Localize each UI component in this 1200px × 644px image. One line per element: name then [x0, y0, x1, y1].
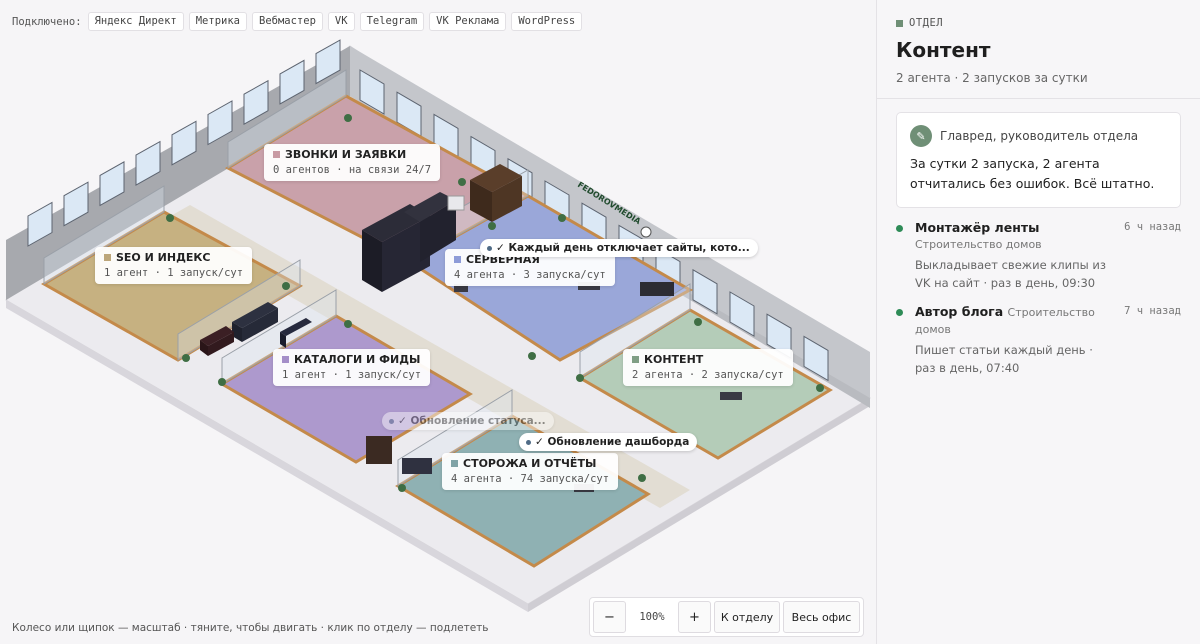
dept-name-text: КАТАЛОГИ И ФИДЫ — [294, 353, 421, 366]
activity-bubble-dashboard[interactable]: ✓ Обновление дашборда — [519, 433, 698, 451]
dept-name-text: СТОРОЖА И ОТЧЁТЫ — [463, 457, 597, 470]
service-chip-webmaster[interactable]: Вебмастер — [252, 12, 323, 31]
plant-icon — [166, 214, 174, 222]
wall-clock — [640, 226, 652, 238]
dept-stats: 1 агент · 1 запуск/сут — [104, 267, 244, 279]
section-tag-text: ОТДЕЛ — [909, 17, 944, 29]
bubble-dot — [526, 439, 531, 445]
dept-name: КОНТЕНТ — [632, 353, 784, 366]
chief-row: ✎ Главред, руководитель отдела — [910, 125, 1166, 147]
service-chip-yandex-direct[interactable]: Яндекс Директ — [87, 12, 184, 31]
agent-body: Автор блога Строительство домов 7 ч наза… — [915, 304, 1181, 377]
plant-icon — [816, 384, 824, 392]
service-chip-vk[interactable]: VK — [327, 12, 355, 31]
agent-name-line: Монтажёр ленты Строительство домов — [915, 220, 1116, 253]
bubble-dot — [389, 418, 394, 424]
agent-name-line: Автор блога Строительство домов — [915, 304, 1116, 338]
connected-label: Подключено: — [12, 15, 82, 28]
service-chip-metrika[interactable]: Метрика — [188, 12, 247, 31]
plant-icon — [528, 352, 536, 360]
dept-name: СТОРОЖА И ОТЧЁТЫ — [451, 457, 609, 470]
plant-icon — [558, 214, 566, 222]
whole-office-button[interactable]: Весь офис — [783, 601, 860, 633]
plant-icon — [344, 114, 352, 122]
service-chip-telegram[interactable]: Telegram — [359, 12, 425, 31]
dept-label-catalogs[interactable]: КАТАЛОГИ И ФИДЫ 1 агент · 1 запуск/сут — [273, 349, 431, 386]
pencil-icon: ✎ — [910, 125, 932, 147]
dept-color-swatch — [273, 151, 280, 158]
dept-stats: 0 агентов · на связи 24/7 — [273, 164, 432, 176]
dept-stats: 1 агент · 1 запуск/сут — [282, 369, 422, 381]
plant-icon — [576, 374, 584, 382]
dept-color-swatch — [282, 356, 289, 363]
dept-name-text: SEO И ИНДЕКС — [116, 251, 211, 264]
plant-icon — [282, 282, 290, 290]
agent-item[interactable]: Монтажёр ленты Строительство домов 6 ч н… — [896, 208, 1181, 292]
dept-color-swatch — [104, 254, 111, 261]
plant-icon — [694, 318, 702, 326]
agent-project: Строительство домов — [915, 238, 1042, 251]
dept-color-swatch — [454, 256, 461, 263]
service-chip-wordpress[interactable]: WordPress — [511, 12, 583, 31]
bubble-text: ✓ Обновление дашборда — [535, 436, 690, 448]
to-department-button[interactable]: К отделу — [714, 601, 780, 633]
dept-label-watch[interactable]: СТОРОЖА И ОТЧЁТЫ 4 агента · 74 запуска/с… — [442, 453, 619, 490]
department-panel: ОТДЕЛ Контент 2 агента · 2 запусков за с… — [876, 0, 1200, 644]
dept-name-text: ЗВОНКИ И ЗАЯВКИ — [285, 148, 407, 161]
plant-icon — [488, 222, 496, 230]
agent-item[interactable]: Автор блога Строительство домов 7 ч наза… — [896, 292, 1181, 377]
chief-card: ✎ Главред, руководитель отдела За сутки … — [896, 112, 1181, 208]
dept-color-swatch — [451, 460, 458, 467]
plant-icon — [398, 484, 406, 492]
agent-top: Монтажёр ленты Строительство домов 6 ч н… — [915, 220, 1181, 253]
status-dot-icon — [896, 309, 903, 316]
section-color-swatch — [896, 19, 903, 27]
dept-label-calls[interactable]: ЗВОНКИ И ЗАЯВКИ 0 агентов · на связи 24/… — [264, 144, 441, 181]
chief-summary: За сутки 2 запуска, 2 агента отчитались … — [910, 156, 1155, 191]
dept-stats: 4 агента · 74 запуска/сут — [451, 473, 610, 485]
plant-icon — [182, 354, 190, 362]
zoom-out-button[interactable]: − — [593, 601, 626, 633]
panel-subtitle: 2 агента · 2 запусков за сутки — [896, 71, 1088, 85]
isometric-office[interactable]: FEDOROVMEDIA — [0, 0, 876, 644]
agent-name: Автор блога — [915, 304, 1004, 319]
agent-description: Выкладывает свежие клипы из VK на сайт ·… — [915, 258, 1106, 290]
dept-label-seo[interactable]: SEO И ИНДЕКС 1 агент · 1 запуск/сут — [95, 247, 253, 284]
panel-title: Контент — [896, 38, 991, 62]
bubble-text: ✓ Каждый день отключает сайты, кото... — [496, 242, 750, 254]
office-map[interactable]: FEDOROVMEDIA Подключено: Яндекс Директ М… — [0, 0, 876, 644]
zoom-controls: − 100% + К отделу Весь офис — [589, 597, 864, 637]
dept-name: ЗВОНКИ И ЗАЯВКИ — [273, 148, 431, 161]
section-tag: ОТДЕЛ — [896, 17, 1181, 29]
bubble-text: ✓ Обновление статуса... — [398, 415, 546, 427]
zoom-in-button[interactable]: + — [678, 601, 711, 633]
zoom-level: 100% — [639, 611, 665, 623]
activity-bubble-faded: ✓ Обновление статуса... — [382, 412, 554, 430]
dept-name-text: КОНТЕНТ — [644, 353, 704, 366]
dept-color-swatch — [632, 356, 639, 363]
dept-name: SEO И ИНДЕКС — [104, 251, 243, 264]
map-hint: Колесо или щипок — масштаб · тяните, что… — [12, 622, 489, 634]
plant-icon — [638, 474, 646, 482]
agent-body: Монтажёр ленты Строительство домов 6 ч н… — [915, 220, 1181, 292]
bubble-dot — [487, 245, 492, 251]
dept-name: КАТАЛОГИ И ФИДЫ — [282, 353, 421, 366]
dept-label-content[interactable]: КОНТЕНТ 2 агента · 2 запуска/сут — [623, 349, 793, 386]
chief-role: Главред, руководитель отдела — [940, 129, 1139, 143]
plant-icon — [344, 320, 352, 328]
plant-icon — [458, 178, 466, 186]
dept-stats: 2 агента · 2 запуска/сут — [632, 369, 784, 381]
agent-name: Монтажёр ленты — [915, 220, 1040, 235]
panel-header: ОТДЕЛ Контент 2 агента · 2 запусков за с… — [877, 0, 1200, 99]
plant-icon — [218, 378, 226, 386]
activity-bubble-server[interactable]: ✓ Каждый день отключает сайты, кото... — [480, 239, 758, 257]
agent-top: Автор блога Строительство домов 7 ч наза… — [915, 304, 1181, 338]
service-chip-vk-ads[interactable]: VK Реклама — [429, 12, 507, 31]
connected-services: Подключено: Яндекс Директ Метрика Вебмас… — [12, 12, 583, 31]
agent-time: 6 ч назад — [1124, 221, 1181, 233]
dept-stats: 4 агента · 3 запуска/сут — [454, 269, 606, 281]
agent-time: 7 ч назад — [1124, 305, 1181, 317]
agent-description: Пишет статьи каждый день · раз в день, 0… — [915, 343, 1093, 375]
status-dot-icon — [896, 225, 903, 232]
